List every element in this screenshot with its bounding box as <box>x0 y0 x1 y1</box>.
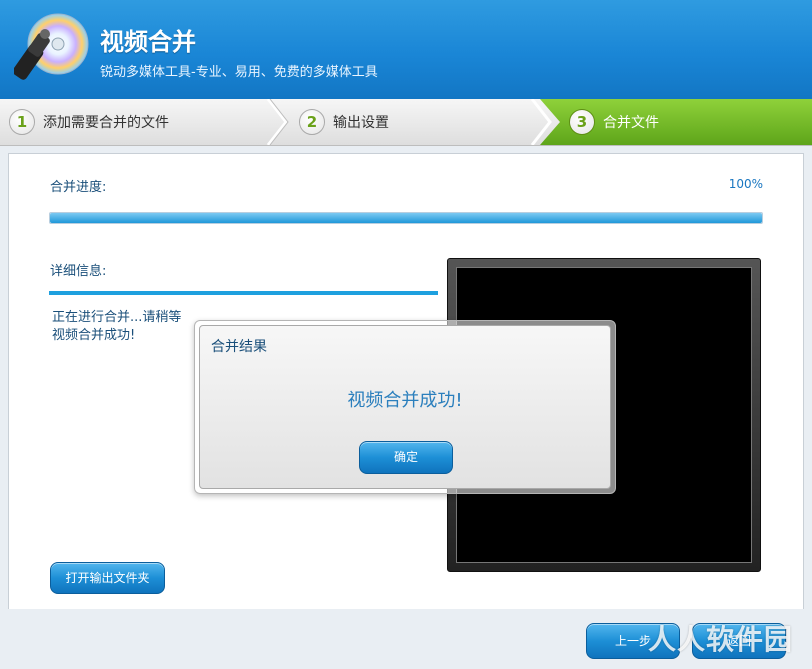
app-header: 视频合并 锐动多媒体工具-专业、易用、免费的多媒体工具 <box>0 0 812 100</box>
step-number-2: 2 <box>299 109 325 135</box>
step-number-3: 3 <box>569 109 595 135</box>
watermark-logo: 人人软件园 <box>648 623 794 656</box>
step-number-1: 1 <box>9 109 35 135</box>
step-label-merge-files: 合并文件 <box>603 115 659 131</box>
result-dialog-body: 合并结果 视频合并成功! 确定 <box>199 325 611 489</box>
app-title: 视频合并 <box>100 28 196 56</box>
dialog-message: 视频合并成功! <box>347 390 463 411</box>
step-add-files[interactable]: 1 添加需要合并的文件 <box>9 99 169 145</box>
app-subtitle: 锐动多媒体工具-专业、易用、免费的多媒体工具 <box>100 65 378 80</box>
progress-label: 合并进度: <box>50 180 107 195</box>
step-label-output-settings: 输出设置 <box>333 115 389 131</box>
step-separator-1 <box>266 99 289 145</box>
step-bar: 1 添加需要合并的文件 2 输出设置 3 合并文件 <box>0 99 812 146</box>
progress-percent: 100% <box>728 177 763 191</box>
dialog-title: 合并结果 <box>211 339 267 355</box>
open-output-folder-button[interactable]: 打开输出文件夹 <box>50 562 165 594</box>
log-line: 正在进行合并...请稍等 <box>52 310 182 325</box>
details-divider <box>49 291 438 295</box>
progress-bar <box>49 212 763 224</box>
media-disc-icon <box>14 13 89 80</box>
step-output-settings[interactable]: 2 输出设置 <box>299 99 389 145</box>
ok-button[interactable]: 确定 <box>359 441 453 474</box>
step-label-add-files: 添加需要合并的文件 <box>43 115 169 131</box>
step-merge-files[interactable]: 3 合并文件 <box>569 99 659 145</box>
step-separator-2 <box>530 99 552 145</box>
result-dialog: 合并结果 视频合并成功! 确定 <box>194 320 616 494</box>
progress-bar-fill <box>50 213 762 223</box>
details-label: 详细信息: <box>50 264 107 279</box>
log-line: 视频合并成功! <box>52 328 136 343</box>
